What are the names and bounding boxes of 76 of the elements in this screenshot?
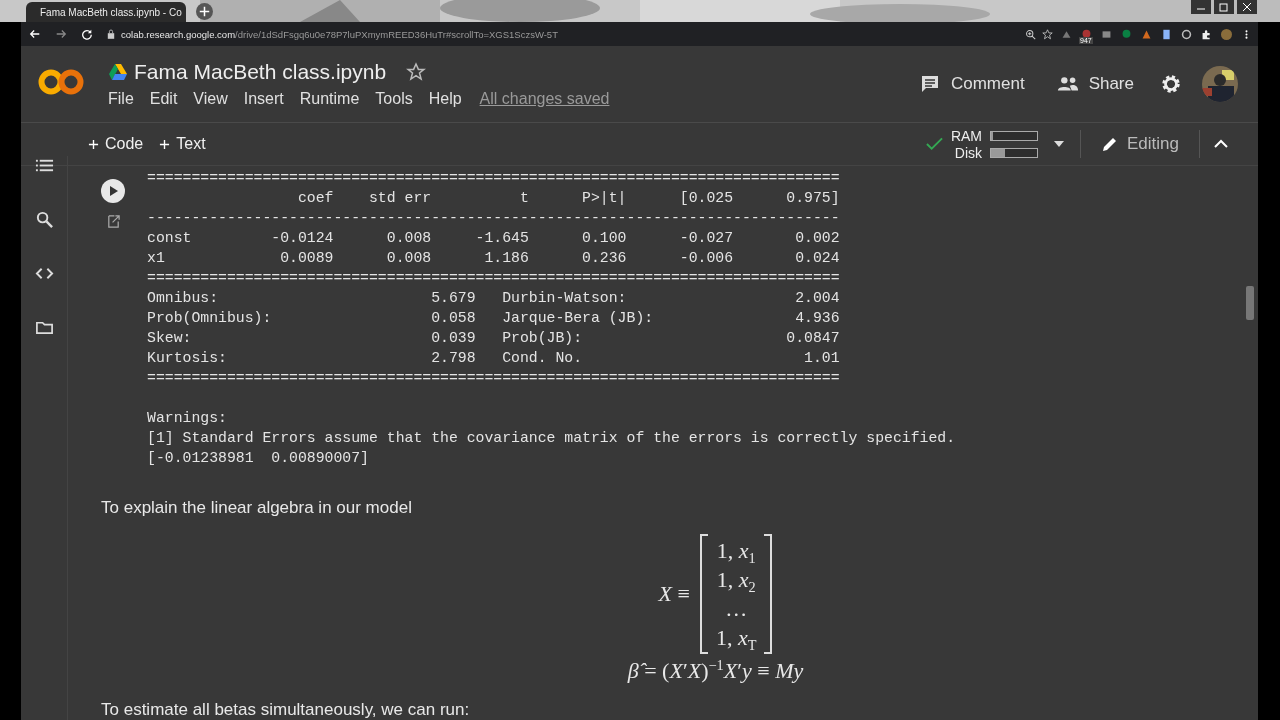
plus-icon	[88, 138, 99, 150]
output-line: [1] Standard Errors assume that the covariance matrix of the errors is correctly specified.	[147, 430, 956, 446]
zoom-icon[interactable]	[1025, 28, 1036, 40]
menu-item[interactable]: File	[108, 90, 134, 108]
output-line: ==============================================================================	[147, 170, 840, 186]
resource-label: Disk	[954, 144, 982, 161]
drive-icon	[108, 63, 128, 81]
markdown-text: To estimate all betas simultaneously, we can run:	[101, 700, 471, 720]
output-line: const -0.0124 0.008 -1.645 0.100 -0.027 0.002	[147, 230, 840, 246]
plus-icon	[159, 138, 171, 150]
add-cell-button[interactable]: Text	[154, 131, 211, 157]
output-line: x1 0.0089 0.008 1.186 0.236 -0.006 0.024	[147, 250, 840, 266]
minimize-icon[interactable]	[1190, 0, 1212, 14]
resources-indicator[interactable]: RAM Disk	[950, 127, 1038, 161]
output-line: ------------------------------------------------------------------------------	[147, 210, 840, 226]
reload-icon[interactable]	[81, 28, 93, 40]
output-line: ==============================================================================	[147, 370, 840, 386]
run-cell-icon[interactable]	[101, 179, 125, 203]
back-icon[interactable]	[29, 28, 41, 40]
output-line: [-0.01238981 0.00890007]	[147, 450, 369, 466]
extension-icon[interactable]	[1101, 28, 1112, 40]
menu-item[interactable]: View	[193, 90, 228, 108]
resource-label: RAM	[950, 127, 982, 144]
star-icon[interactable]	[1042, 28, 1053, 40]
collapse-icon[interactable]	[1214, 139, 1228, 149]
extension-icon[interactable]	[1181, 28, 1192, 40]
menu-item[interactable]: Runtime	[299, 90, 360, 108]
extension-icon[interactable]	[1081, 28, 1092, 40]
editing-mode-button[interactable]: Editing	[1095, 130, 1185, 158]
extension-icon[interactable]	[1061, 28, 1072, 40]
colab-logo-icon[interactable]	[37, 68, 85, 96]
puzzle-icon[interactable]	[1201, 28, 1212, 40]
close-icon[interactable]	[1236, 0, 1258, 14]
pencil-icon	[1101, 135, 1119, 153]
matrix-entry: 1, x$_{2}$	[716, 566, 756, 594]
output-line: Omnibus: 5.679 Durbin-Watson: 2.004	[147, 290, 840, 306]
math-expression: X ≡	[658, 581, 690, 607]
notebook-title[interactable]: Fama MacBeth class.ipynb	[134, 60, 387, 84]
new-tab-icon[interactable]	[196, 3, 213, 20]
math-expression: β̂ = (X′X)$^{−1}$X′y ≡ My	[626, 656, 805, 685]
matrix-entry: …	[725, 595, 748, 623]
dropdown-icon[interactable]	[1054, 141, 1064, 147]
output-icon[interactable]	[105, 214, 121, 229]
document-icon[interactable]	[1161, 28, 1172, 40]
settings-icon[interactable]	[1160, 73, 1182, 95]
share-button[interactable]: Share	[1050, 70, 1140, 98]
comment-button[interactable]: Comment	[912, 70, 1031, 98]
browser-tab[interactable]: Fama MacBeth class.ipynb - Co	[26, 2, 186, 22]
menu-item[interactable]: Tools	[375, 90, 413, 108]
search-icon[interactable]	[34, 210, 54, 229]
output-line: Warnings:	[147, 410, 227, 426]
matrix-entry: 1, x$_{T}$	[715, 624, 757, 652]
usage-bar	[990, 147, 1038, 158]
output-line: ==============================================================================	[147, 270, 840, 286]
url-text: colab.research.google.com/drive/1dSdFsgq6u0e78P7luPXmymREED36HuTr#scrollTo=XGS1SczsW-5T	[121, 28, 558, 40]
tab-title: Fama MacBeth class.ipynb - Co	[40, 6, 182, 18]
check-icon	[925, 137, 943, 151]
restore-icon[interactable]	[1213, 0, 1235, 14]
forward-icon[interactable]	[55, 28, 67, 40]
output-line: Kurtosis: 2.798 Cond. No. 1.01	[147, 350, 840, 366]
matrix-entry: 1, x$_{1}$	[716, 537, 756, 565]
menu-item[interactable]: Edit	[149, 90, 178, 108]
avatar-icon[interactable]	[1221, 28, 1232, 40]
extension-icon[interactable]	[1141, 28, 1152, 40]
star-icon[interactable]	[406, 62, 427, 82]
markdown-text: To explain the linear algebra in our model	[101, 498, 413, 518]
lock-icon	[107, 29, 115, 39]
menu-item[interactable]: Insert	[243, 90, 284, 108]
output-line: Prob(Omnibus): 0.058 Jarque-Bera (JB): 4.936	[147, 310, 840, 326]
scrollbar-thumb[interactable]	[1246, 286, 1254, 320]
usage-bar	[990, 130, 1038, 141]
save-status-link[interactable]: All changes saved	[479, 90, 610, 108]
add-cell-button[interactable]: Code	[83, 131, 149, 157]
output-line: coef std err t P>|t| [0.025 0.975]	[296, 190, 840, 206]
output-line: Skew: 0.039 Prob(JB): 0.0847	[147, 330, 840, 346]
menu-item[interactable]: Help	[428, 90, 462, 108]
